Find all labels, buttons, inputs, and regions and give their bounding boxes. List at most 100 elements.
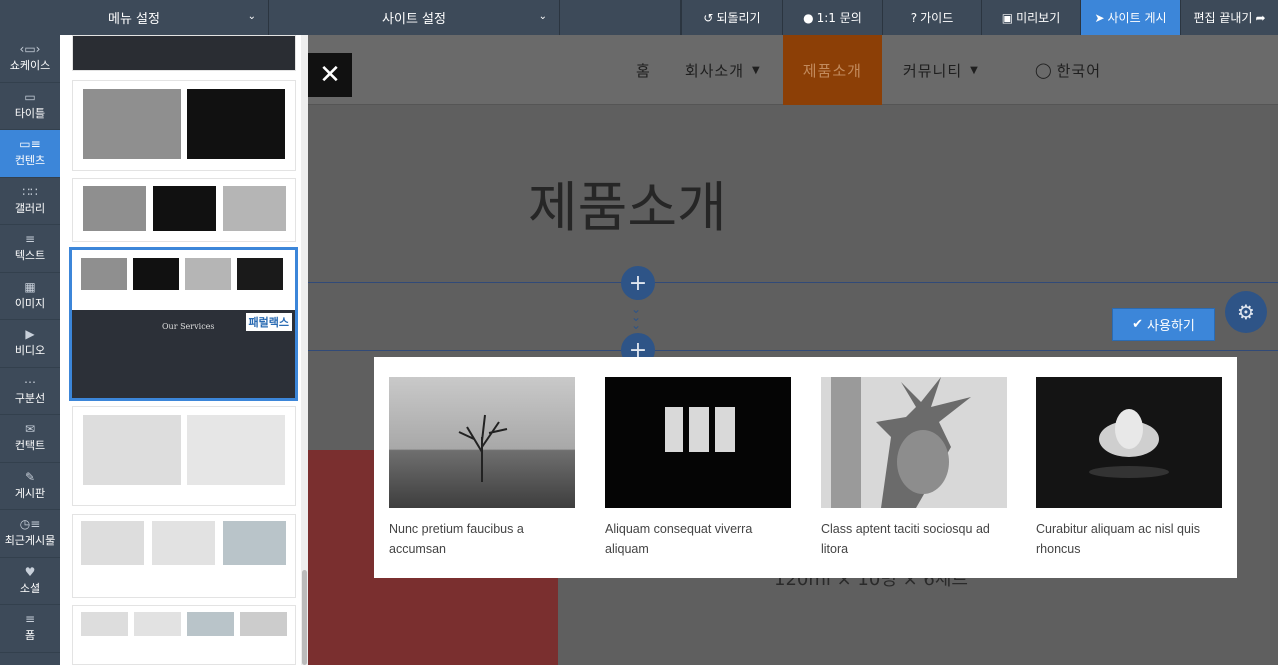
nav-item-video[interactable]: ▶ 비디오: [0, 320, 60, 368]
menu-item-community[interactable]: 커뮤니티 ▼: [903, 35, 979, 105]
text-icon: ≡: [24, 232, 36, 247]
add-section-icon[interactable]: +: [621, 266, 655, 300]
nav-item-content[interactable]: ▭≡ 컨텐츠: [0, 130, 60, 178]
lake-tree-image: [389, 377, 575, 508]
card-caption: Aliquam consequat viverra aliquam: [605, 522, 753, 556]
image-placeholder: [152, 521, 215, 565]
recent-posts-icon: ◷≡: [19, 517, 41, 532]
nav-label: 폼: [24, 629, 36, 643]
image-placeholder: [153, 186, 216, 231]
parallax-badge: 패럴랙스: [245, 313, 292, 331]
page-heading: 제품소개: [528, 176, 727, 239]
share-arrow-icon: ➦: [1255, 10, 1266, 25]
nav-item-gallery[interactable]: ∷∷ 갤러리: [0, 178, 60, 225]
publish-label: 사이트 게시: [1107, 11, 1167, 25]
thumbnail-sketch-three-column[interactable]: [72, 514, 296, 598]
preview-button[interactable]: ▣ 미리보기: [981, 0, 1080, 35]
finish-editing-button[interactable]: 편집 끝내기 ➦: [1180, 0, 1278, 35]
nav-item-recent-posts[interactable]: ◷≡ 최근게시물: [0, 510, 60, 558]
language-label: 한국어: [1056, 61, 1102, 80]
preview-card: Curabitur aliquam ac nisl quis rhoncus: [1036, 377, 1222, 559]
window-silhouette-image: [605, 377, 791, 508]
guide-label: 가이드: [920, 11, 954, 25]
inquiry-button[interactable]: ● 1:1 문의: [782, 0, 882, 35]
undo-button[interactable]: ↺ 되돌리기: [681, 0, 782, 35]
undo-label: 되돌리기: [716, 11, 761, 25]
image-placeholder: [83, 186, 146, 231]
nav-label: 게시판: [14, 486, 46, 500]
nav-label: 컨텐츠: [14, 154, 46, 168]
image-placeholder: [133, 258, 179, 290]
upload-icon: ➤: [1094, 10, 1105, 25]
menu-settings-dropdown[interactable]: 메뉴 설정 ⌄: [0, 0, 269, 35]
image-placeholder: [81, 521, 144, 565]
thumbnail-four-column-selected[interactable]: Our Services 패럴랙스: [69, 247, 298, 401]
thumbnail-three-column[interactable]: [72, 178, 296, 242]
nav-item-title[interactable]: ▭ 타이틀: [0, 83, 60, 130]
nav-label: 컨택트: [14, 439, 46, 453]
thumbnail-two-column[interactable]: [72, 80, 296, 171]
image-placeholder: [187, 612, 234, 636]
showcase-icon: ‹▭›: [19, 42, 41, 57]
nav-item-showcase[interactable]: ‹▭› 쇼케이스: [0, 35, 60, 83]
user-icon: ●: [803, 10, 814, 25]
inquiry-label: 1:1 문의: [816, 11, 862, 25]
nav-label: 갤러리: [14, 201, 46, 215]
menu-item-about-label: 회사소개: [684, 61, 745, 80]
title-icon: ▭: [24, 89, 36, 104]
thumbnail-sketch-two-column[interactable]: [72, 406, 296, 506]
video-icon: ▶: [25, 327, 35, 342]
card-caption: Nunc pretium faucibus a accumsan: [389, 522, 524, 556]
double-chevron-down-icon: ⌄ ⌄ ⌄: [631, 302, 642, 332]
image-placeholder: [223, 521, 286, 565]
card-caption: Curabitur aliquam ac nisl quis rhoncus: [1036, 522, 1200, 556]
image-placeholder: [223, 186, 286, 231]
guide-button[interactable]: ? 가이드: [882, 0, 981, 35]
contact-icon: ✉: [24, 422, 36, 437]
nav-item-image[interactable]: ▦ 이미지: [0, 273, 60, 320]
menu-item-products[interactable]: 제품소개: [782, 35, 882, 105]
use-widget-button[interactable]: ✔ 사용하기: [1112, 308, 1215, 341]
scrollbar-thumb[interactable]: [302, 570, 307, 665]
board-icon: ✎: [24, 469, 36, 484]
nav-item-text[interactable]: ≡ 텍스트: [0, 225, 60, 273]
preview-card: Nunc pretium faucibus a accumsan: [389, 377, 575, 559]
nav-item-contact[interactable]: ✉ 컨택트: [0, 415, 60, 463]
gear-icon[interactable]: ⚙: [1225, 291, 1267, 333]
panel-scrollbar[interactable]: [301, 35, 308, 665]
lotus-flower-image: [1036, 377, 1222, 508]
thumbnail-sketch-four-column[interactable]: [72, 605, 296, 665]
menu-item-home[interactable]: 홈: [636, 35, 651, 105]
image-placeholder: [187, 89, 285, 159]
chevron-down-icon: ⌄: [247, 11, 256, 22]
image-icon: ▦: [24, 279, 36, 294]
image-placeholder: [83, 415, 181, 485]
widget-category-nav: ‹▭› 쇼케이스 ▭ 타이틀 ▭≡ 컨텐츠 ∷∷ 갤러리 ≡ 텍스트 ▦ 이미지…: [0, 35, 60, 665]
form-icon: ≡: [24, 612, 36, 627]
parallax-services-preview: Our Services 패럴랙스: [72, 310, 295, 398]
language-selector[interactable]: ◯ 한국어: [1035, 35, 1101, 105]
statue-liberty-image: [821, 377, 1007, 508]
site-settings-dropdown[interactable]: 사이트 설정 ⌄: [269, 0, 560, 35]
nav-item-form[interactable]: ≡ 폼: [0, 605, 60, 653]
image-placeholder: [237, 258, 283, 290]
content-icon: ▭≡: [19, 137, 41, 152]
nav-item-divider[interactable]: ⋯ 구분선: [0, 368, 60, 415]
thumbnail-dark-banner[interactable]: [72, 35, 296, 71]
image-placeholder: [81, 258, 127, 290]
use-widget-label: 사용하기: [1147, 319, 1195, 334]
nav-label: 쇼케이스: [9, 59, 51, 73]
image-placeholder: [240, 612, 287, 636]
nav-label: 최근게시물: [4, 534, 56, 548]
nav-item-board[interactable]: ✎ 게시판: [0, 463, 60, 510]
undo-icon: ↺: [703, 10, 714, 25]
nav-item-social[interactable]: ♥ 소셜: [0, 558, 60, 605]
menu-item-about[interactable]: 회사소개 ▼: [685, 35, 761, 105]
window-bar: [683, 407, 689, 452]
nav-label: 텍스트: [14, 249, 46, 263]
close-icon[interactable]: ✕: [308, 53, 352, 97]
publish-button[interactable]: ➤ 사이트 게시: [1080, 0, 1180, 35]
card-caption: Class aptent taciti sociosqu ad litora: [821, 522, 990, 556]
site-menu: 홈 회사소개 ▼ 제품소개 커뮤니티 ▼ ◯ 한국어: [636, 35, 1101, 105]
finish-label: 편집 끝내기: [1193, 11, 1253, 25]
